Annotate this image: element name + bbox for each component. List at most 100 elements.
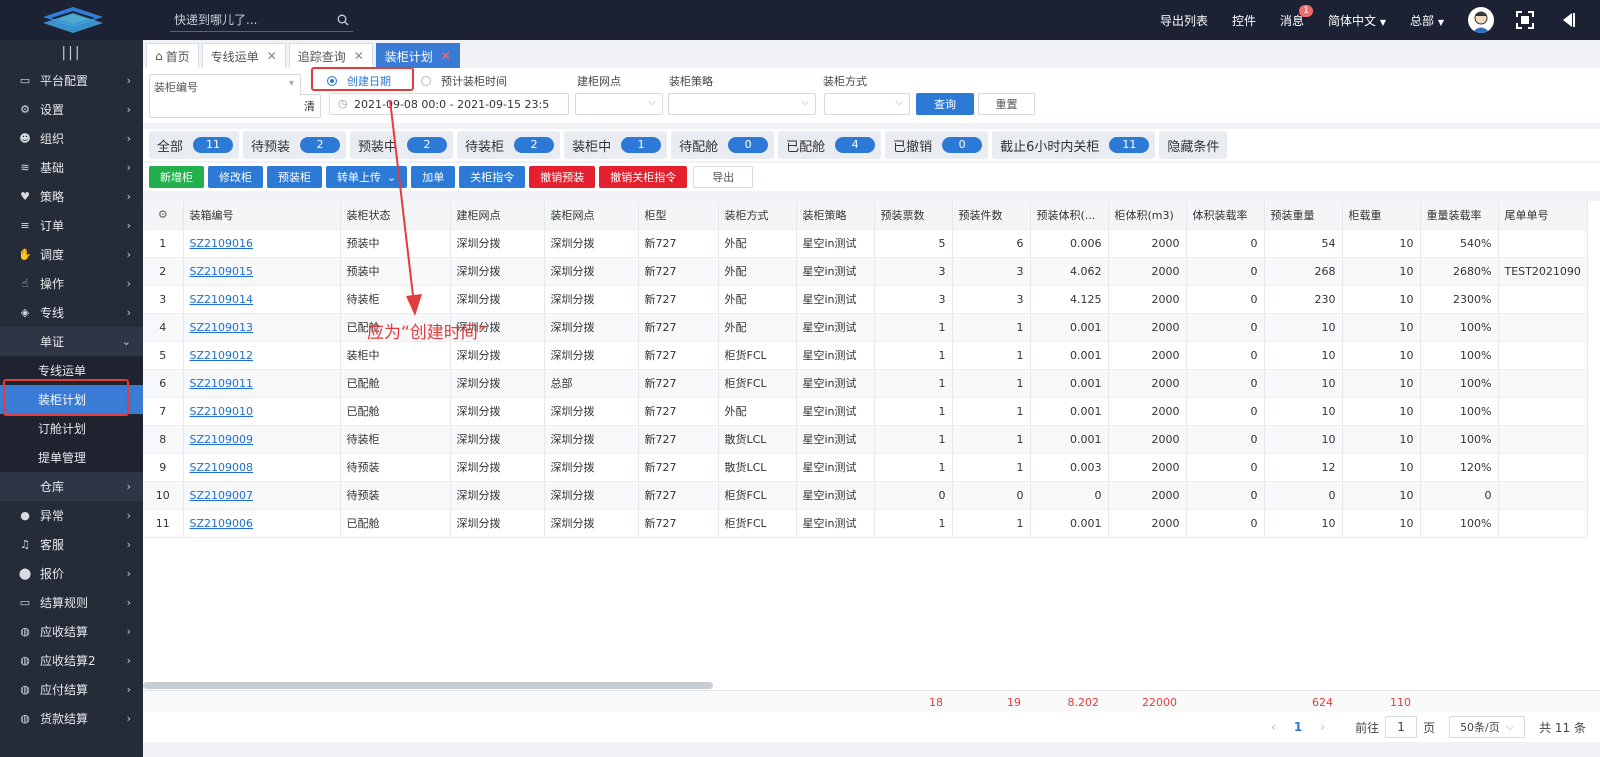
action-button[interactable]: 修改柜: [208, 166, 263, 188]
container-no-link[interactable]: SZ2109008: [190, 461, 254, 474]
sidebar-item[interactable]: ▭ 结算规则 ›: [0, 588, 143, 617]
container-no-link[interactable]: SZ2109016: [190, 237, 254, 250]
column-header[interactable]: 装柜策略: [796, 201, 875, 230]
sidebar-item[interactable]: ♫ 客服 ›: [0, 530, 143, 559]
sidebar-item[interactable]: ♥ 策略 ›: [0, 182, 143, 211]
action-button[interactable]: 关柜指令: [459, 166, 526, 188]
query-button[interactable]: 查询: [916, 93, 974, 115]
container-no-link[interactable]: SZ2109013: [190, 321, 254, 334]
radio-planned-time[interactable]: 预计装柜时间: [421, 73, 507, 89]
sidebar-item[interactable]: ⬤ 报价 ›: [0, 559, 143, 588]
table-row[interactable]: 11 SZ2109006 已配舱 深圳分拨 深圳分拨 新727 柜货FCL 星空in测试 1 1 0…: [143, 509, 1588, 538]
app-logo[interactable]: [0, 0, 145, 40]
column-header[interactable]: 预装件数: [952, 201, 1031, 230]
table-row[interactable]: 6 SZ2109011 已配舱 深圳分拨 总部 新727 柜货FCL 星空in测试 1 1 0.00…: [143, 369, 1588, 398]
action-button[interactable]: 撤销关柜指令: [599, 166, 688, 188]
column-header[interactable]: 体积装载率: [1186, 201, 1265, 230]
table-row[interactable]: 4 SZ2109013 已配舱 深圳分拨 深圳分拨 新727 外配 星空in测试 1 1 0.001…: [143, 313, 1588, 342]
container-no-link[interactable]: SZ2109010: [190, 405, 254, 418]
org-select[interactable]: 总部 ▼: [1410, 12, 1444, 29]
container-no-link[interactable]: SZ2109014: [190, 293, 254, 306]
column-header[interactable]: 柜型: [638, 201, 719, 230]
sidebar-item[interactable]: ≡ 订单 ›: [0, 211, 143, 240]
sidebar-item[interactable]: ☝ 操作 ›: [0, 269, 143, 298]
close-icon[interactable]: ✕: [354, 49, 364, 63]
status-chip[interactable]: 预装中 2: [350, 131, 454, 159]
sidebar-item[interactable]: ▭ 平台配置 ›: [0, 66, 143, 95]
plugin-link[interactable]: 控件: [1232, 12, 1256, 29]
container-no-link[interactable]: SZ2109007: [190, 489, 254, 502]
action-button[interactable]: 新增柜: [149, 166, 204, 188]
sidebar-item[interactable]: ☻ 组织 ›: [0, 124, 143, 153]
fullscreen-icon[interactable]: [1516, 11, 1534, 29]
sidebar-item[interactable]: ◍ 货款结算 ›: [0, 704, 143, 733]
column-header[interactable]: 预装重量: [1264, 201, 1343, 230]
sidebar-subitem[interactable]: 订舱计划: [0, 414, 143, 443]
column-settings-icon[interactable]: ⚙: [143, 201, 184, 230]
container-no-link[interactable]: SZ2109012: [190, 349, 254, 362]
page-size-select[interactable]: 50条/页 ⌵: [1449, 716, 1526, 738]
table-row[interactable]: 3 SZ2109014 待装柜 深圳分拨 深圳分拨 新727 外配 星空in测试 3 3 4.125…: [143, 285, 1588, 314]
mode-select[interactable]: ⌵: [824, 93, 910, 115]
status-chip[interactable]: 待装柜 2: [457, 131, 561, 159]
action-button[interactable]: 转单上传 ⌄: [326, 166, 408, 188]
column-header[interactable]: 装柜网点: [544, 201, 639, 230]
column-header[interactable]: 尾单单号: [1498, 201, 1588, 230]
status-chip[interactable]: 已配舱 4: [778, 131, 882, 159]
close-icon[interactable]: ✕: [267, 49, 277, 63]
status-chip[interactable]: 待预装 2: [243, 131, 347, 159]
messages-link[interactable]: 消息 1: [1280, 4, 1313, 29]
prev-page-icon[interactable]: ‹: [1271, 720, 1276, 734]
language-select[interactable]: 简体中文 ▼: [1328, 12, 1386, 29]
user-avatar[interactable]: [1468, 7, 1494, 33]
sidebar-item[interactable]: ⚙ 设置 ›: [0, 95, 143, 124]
table-row[interactable]: 1 SZ2109016 预装中 深圳分拨 深圳分拨 新727 外配 星空in测试 5 6 0.006…: [143, 229, 1588, 258]
column-header[interactable]: 装柜方式: [718, 201, 797, 230]
action-button[interactable]: 预装柜: [267, 166, 322, 188]
sidebar-item[interactable]: ≋ 基础 ›: [0, 153, 143, 182]
container-no-link[interactable]: SZ2109006: [190, 517, 254, 530]
clear-button[interactable]: 清: [299, 94, 321, 118]
table-row[interactable]: 9 SZ2109008 待预装 深圳分拨 深圳分拨 新727 散货LCL 星空in测试 1 1 0.…: [143, 453, 1588, 482]
table-row[interactable]: 7 SZ2109010 已配舱 深圳分拨 深圳分拨 新727 外配 星空in测试 1 1 0.001…: [143, 397, 1588, 426]
table-row[interactable]: 5 SZ2109012 装柜中 深圳分拨 深圳分拨 新727 柜货FCL 星空in测试 1 1 0.…: [143, 341, 1588, 370]
column-header[interactable]: 装柜状态: [340, 201, 451, 230]
date-range-picker[interactable]: ◷ 2021-09-08 00:0 - 2021-09-15 23:5: [329, 93, 569, 115]
next-page-icon[interactable]: ›: [1320, 720, 1325, 734]
tab[interactable]: ⌂ 首页: [146, 43, 199, 68]
sidebar-item[interactable]: ◍ 应付结算 ›: [0, 675, 143, 704]
container-no-link[interactable]: SZ2109011: [190, 377, 254, 390]
sidebar-item[interactable]: ◈ 专线 ›: [0, 298, 143, 327]
collapse-panel-icon[interactable]: [1560, 12, 1576, 28]
container-no-link[interactable]: SZ2109009: [190, 433, 254, 446]
export-list-link[interactable]: 导出列表: [1160, 12, 1208, 29]
reset-button[interactable]: 重置: [978, 93, 1035, 115]
table-row[interactable]: 10 SZ2109007 待预装 深圳分拨 深圳分拨 新727 柜货FCL 星空in测试 0 0 0…: [143, 481, 1588, 510]
column-header[interactable]: 预装票数: [874, 201, 953, 230]
action-button[interactable]: 导出: [693, 166, 754, 188]
sidebar-item[interactable]: ◍ 应收结算2 ›: [0, 646, 143, 675]
sidebar-subitem[interactable]: 提单管理: [0, 443, 143, 472]
search-icon[interactable]: [337, 14, 349, 26]
status-chip[interactable]: 截止6小时内关柜 11: [992, 131, 1156, 159]
column-header[interactable]: 柜载重: [1342, 201, 1421, 230]
table-row[interactable]: 2 SZ2109015 预装中 深圳分拨 深圳分拨 新727 外配 星空in测试 3 3 4.062…: [143, 257, 1588, 286]
sidebar-toggle-icon[interactable]: |||: [0, 40, 143, 66]
status-chip[interactable]: 装柜中 1: [564, 131, 668, 159]
tab[interactable]: 追踪查询 ✕: [288, 43, 373, 68]
strategy-select[interactable]: ⌵: [668, 93, 816, 115]
goto-page-input[interactable]: 1: [1385, 716, 1418, 738]
action-button[interactable]: 加单: [411, 166, 456, 188]
sidebar-item[interactable]: ✋ 调度 ›: [0, 240, 143, 269]
sidebar-item[interactable]: 单证 ⌄: [0, 327, 143, 356]
tab[interactable]: 专线运单 ✕: [201, 43, 286, 68]
column-header[interactable]: 装箱编号: [183, 201, 341, 230]
column-header[interactable]: 重量装载率: [1420, 201, 1499, 230]
column-header[interactable]: 预装体积(...: [1030, 201, 1109, 230]
table-row[interactable]: 8 SZ2109009 待装柜 深圳分拨 深圳分拨 新727 散货LCL 星空in测试 1 1 0.…: [143, 425, 1588, 454]
container-no-input[interactable]: 装柜编号 ▾: [149, 74, 301, 118]
status-chip[interactable]: 待配舱 0: [671, 131, 775, 159]
sidebar-item[interactable]: ● 异常 ›: [0, 501, 143, 530]
action-button[interactable]: 撤销预装: [529, 166, 596, 188]
sidebar-item[interactable]: 仓库 ›: [0, 472, 143, 501]
